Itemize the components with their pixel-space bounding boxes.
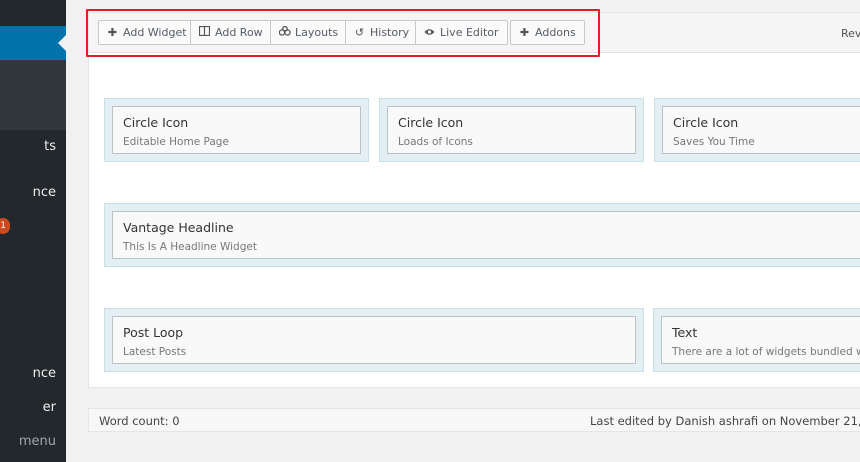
widget-card[interactable]: Vantage Headline This Is A Headline Widg… — [112, 211, 860, 259]
row-2-cell-1[interactable]: Vantage Headline This Is A Headline Widg… — [104, 203, 860, 267]
word-count: Word count: 0 — [99, 414, 180, 428]
widget-card[interactable]: Circle Icon Editable Home Page — [112, 106, 361, 154]
sidebar-item-tracker[interactable]: er — [43, 400, 56, 415]
widget-title: Circle Icon — [123, 115, 189, 130]
widget-title: Post Loop — [123, 325, 184, 340]
row-1-cell-3[interactable]: Circle Icon Saves You Time — [654, 98, 860, 162]
widget-title: Vantage Headline — [123, 220, 234, 235]
last-edited: Last edited by Danish ashrafi on Novembe… — [590, 414, 860, 428]
row-3-cell-2[interactable]: Text There are a lot of widgets bundled … — [653, 308, 860, 372]
row-1-cell-2[interactable]: Circle Icon Loads of Icons — [379, 98, 644, 162]
update-count-badge: 1 — [0, 218, 10, 234]
highlight-box — [86, 9, 600, 57]
sidebar-item-posts[interactable]: ts — [44, 139, 56, 154]
widget-card[interactable]: Text There are a lot of widgets bundled … — [661, 316, 860, 364]
widget-description: There are a lot of widgets bundled with — [672, 346, 860, 358]
widget-description: Editable Home Page — [123, 136, 229, 148]
widget-description: Loads of Icons — [398, 136, 473, 148]
widget-title: Text — [672, 325, 698, 340]
sidebar-submenu — [0, 60, 66, 130]
widget-description: This Is A Headline Widget — [123, 241, 257, 253]
widget-title: Circle Icon — [398, 115, 464, 130]
revisions-link[interactable]: Rev — [841, 27, 860, 40]
widget-description: Saves You Time — [673, 136, 755, 148]
row-3-cell-1[interactable]: Post Loop Latest Posts — [104, 308, 644, 372]
widget-description: Latest Posts — [123, 346, 187, 358]
page-builder-panel: ✚ Add Widget Add Row Layouts ↺ History L… — [88, 12, 860, 388]
widget-card[interactable]: Circle Icon Saves You Time — [662, 106, 860, 154]
sidebar-item-active[interactable] — [0, 26, 66, 60]
sidebar-collapse-menu[interactable]: menu — [19, 434, 56, 449]
widget-card[interactable]: Post Loop Latest Posts — [112, 316, 636, 364]
sidebar-item-siteorigin[interactable]: nce — [33, 366, 56, 381]
widget-title: Circle Icon — [673, 115, 739, 130]
admin-sidebar: ts nce 1 nce er menu — [0, 0, 66, 462]
post-status-info: Word count: 0 Last edited by Danish ashr… — [88, 408, 860, 432]
widget-card[interactable]: Circle Icon Loads of Icons — [387, 106, 636, 154]
row-1-cell-1[interactable]: Circle Icon Editable Home Page — [104, 98, 369, 162]
sidebar-item-appearance[interactable]: nce — [33, 185, 56, 200]
